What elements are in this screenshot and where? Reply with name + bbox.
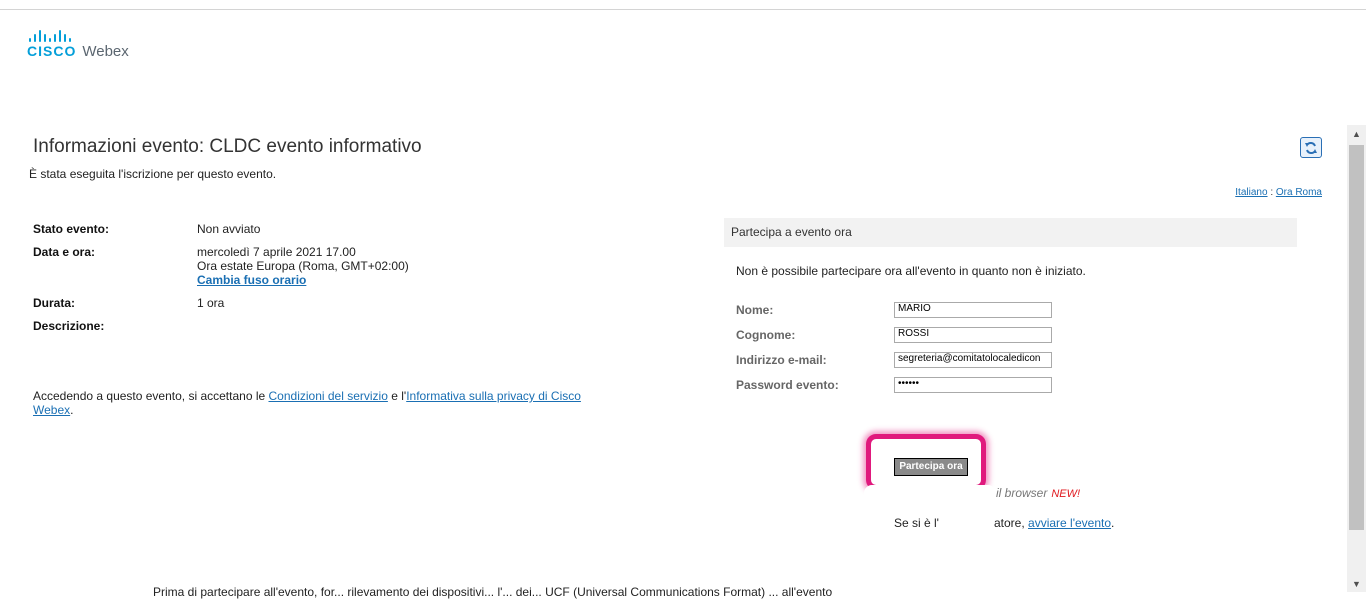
scroll-up-icon[interactable]: ▲ [1347, 125, 1366, 142]
refresh-button[interactable] [1300, 137, 1322, 158]
status-label: Stato evento: [33, 222, 110, 236]
join-form: Nome: MARIO Cognome: ROSSI Indirizzo e-m… [736, 297, 1052, 397]
terms-prefix: Accedendo a questo evento, si accettano … [33, 389, 269, 403]
browser-join-option: il browser NEW! [996, 486, 1080, 500]
timezone-value: Ora estate Europa (Roma, GMT+02:00) [197, 259, 409, 273]
language-link[interactable]: Italiano [1235, 187, 1267, 198]
email-label: Indirizzo e-mail: [736, 352, 827, 367]
event-info: Stato evento: Non avviato Data e ora: me… [33, 222, 409, 342]
refresh-icon [1305, 141, 1317, 154]
description-label: Descrizione: [33, 319, 105, 333]
password-label: Password evento: [736, 377, 839, 392]
footer-instructions: Prima di partecipare all'evento, for... … [153, 585, 833, 599]
browser-join-link[interactable]: il browser [996, 486, 1047, 500]
cisco-webex-logo: CISCO Webex [27, 30, 129, 60]
terms-middle: e l' [387, 389, 407, 403]
duration-value: 1 ora [197, 296, 225, 310]
terms-of-service-link[interactable]: Condizioni del servizio [269, 389, 388, 403]
change-timezone-link[interactable]: Cambia fuso orario [197, 273, 306, 287]
timezone-link[interactable]: Ora Roma [1276, 187, 1322, 198]
language-timezone-bar: Italiano : Ora Roma [1235, 187, 1322, 198]
password-input[interactable]: •••••• [894, 376, 1052, 393]
lang-separator: : [1270, 187, 1274, 198]
host-prefix: Se si è l' [894, 516, 939, 530]
scroll-thumb[interactable] [1349, 145, 1364, 530]
host-mid: atore, [993, 516, 1029, 530]
duration-label: Durata: [33, 296, 76, 310]
date-value: mercoledì 7 aprile 2021 17.00 [197, 245, 356, 259]
email-input[interactable]: segreteria@comitatolocaledicon [894, 351, 1052, 368]
registration-status: È stata eseguita l'iscrizione per questo… [29, 167, 277, 181]
join-panel-header: Partecipa a evento ora [724, 218, 1297, 247]
terms-suffix: . [70, 403, 74, 417]
status-value: Non avviato [197, 222, 261, 236]
first-name-label: Nome: [736, 302, 774, 317]
terms-notice: Accedendo a questo evento, si accettano … [33, 389, 613, 417]
page-title: Informazioni evento: CLDC evento informa… [33, 136, 422, 157]
webex-wordmark: Webex [82, 43, 129, 60]
scroll-down-icon[interactable]: ▼ [1347, 575, 1366, 592]
redaction-mark [864, 485, 996, 501]
date-label: Data e ora: [33, 245, 96, 259]
start-event-link[interactable]: avviare l'evento [1028, 516, 1111, 530]
new-badge: NEW! [1051, 488, 1081, 500]
join-now-button[interactable]: Partecipa ora [894, 458, 968, 476]
last-name-label: Cognome: [736, 327, 796, 342]
host-start-line: Se si è l' atore, avviare l'evento. [894, 516, 1114, 530]
cisco-bars-icon [29, 30, 129, 42]
vertical-scrollbar[interactable]: ▲ ▼ [1347, 125, 1366, 592]
host-suffix: . [1111, 516, 1115, 530]
last-name-input[interactable]: ROSSI [894, 326, 1052, 343]
cisco-wordmark: CISCO [27, 43, 77, 59]
first-name-input[interactable]: MARIO [894, 301, 1052, 318]
top-divider [0, 9, 1366, 10]
join-not-started-message: Non è possibile partecipare ora all'even… [736, 264, 1086, 278]
